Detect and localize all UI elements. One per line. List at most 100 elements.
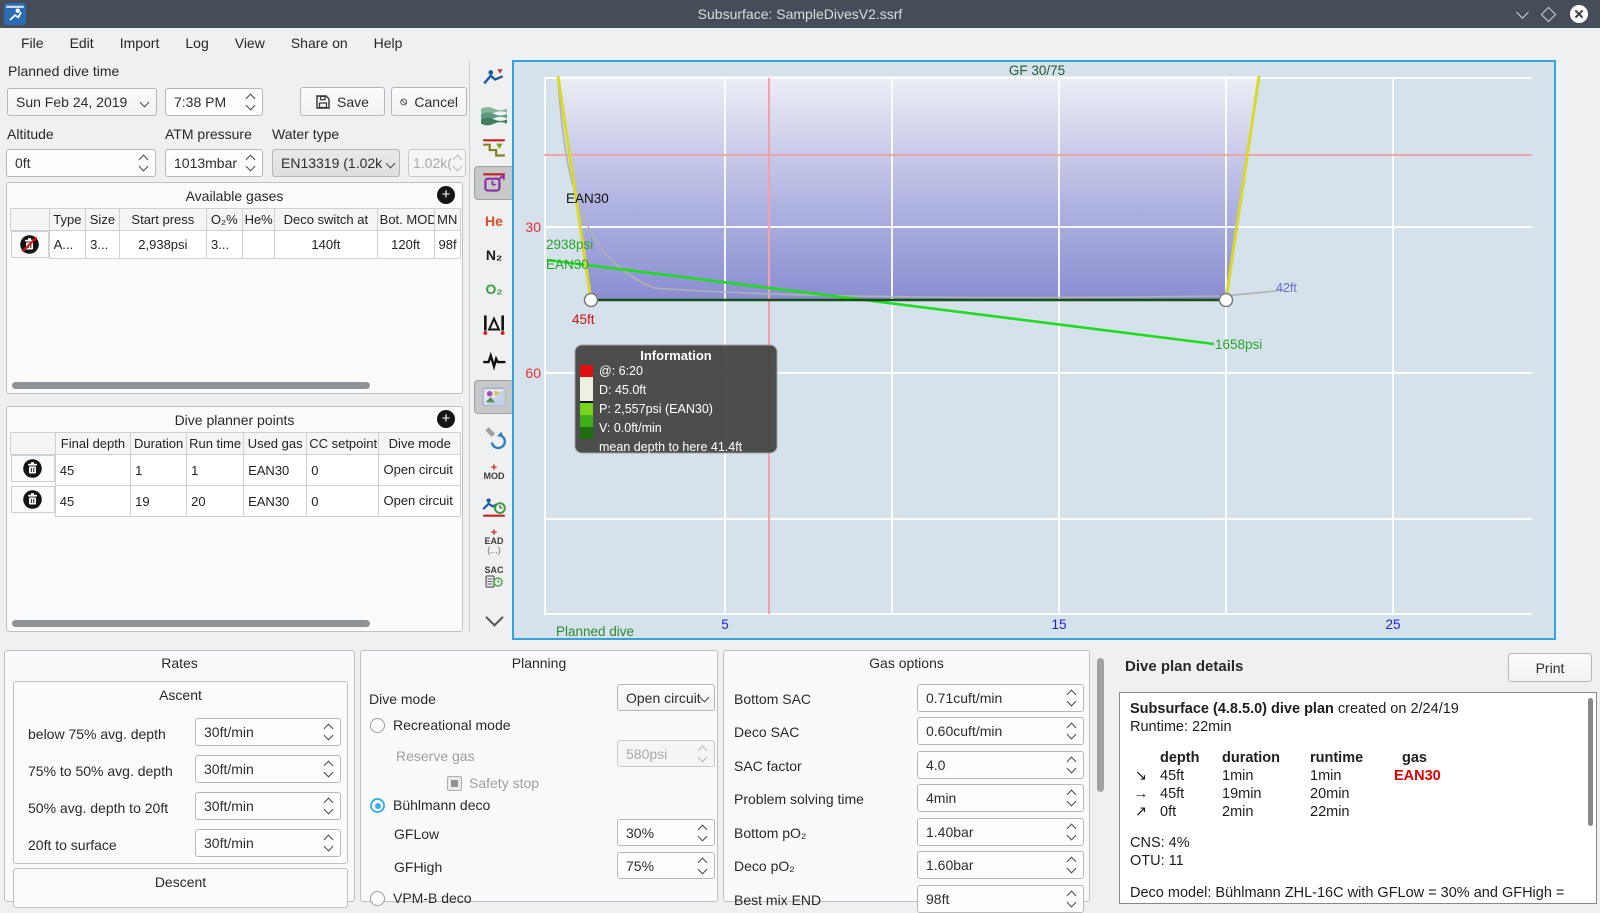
plan-cns: CNS: 4% bbox=[1130, 835, 1190, 851]
dc-reported-ceiling-icon[interactable] bbox=[474, 166, 514, 200]
heart-rate-icon[interactable] bbox=[474, 344, 514, 378]
point-run-time[interactable]: 20 bbox=[186, 485, 245, 517]
point-run-time[interactable]: 1 bbox=[186, 454, 245, 486]
sac-factor-spinner[interactable]: 4.0 bbox=[917, 751, 1084, 779]
vpmb-deco-radio[interactable] bbox=[370, 891, 385, 906]
plan-text-scrollbar[interactable] bbox=[1588, 698, 1593, 826]
gas-bot-mod[interactable]: 120ft bbox=[376, 230, 435, 259]
save-button[interactable]: Save bbox=[300, 87, 385, 116]
water-type-select[interactable]: EN13319 (1.02k bbox=[272, 149, 400, 177]
gas-size[interactable]: 3... bbox=[85, 230, 120, 259]
point-duration[interactable]: 1 bbox=[130, 454, 188, 486]
dive-mode-select[interactable]: Open circuit bbox=[617, 684, 715, 711]
points-h-scrollbar[interactable] bbox=[12, 620, 370, 627]
point-duration[interactable]: 19 bbox=[130, 485, 188, 517]
atm-pressure-spinner[interactable]: 1013mbar bbox=[165, 149, 263, 177]
gas-he[interactable] bbox=[241, 230, 276, 259]
bottom-sac-spinner[interactable]: 0.71cuft/min bbox=[917, 684, 1084, 712]
point-final-depth[interactable]: 45 bbox=[54, 485, 132, 517]
add-gas-button[interactable]: + bbox=[437, 186, 455, 204]
time-spinner[interactable]: 7:38 PM bbox=[165, 88, 263, 116]
sac-rate-icon[interactable]: SAC bbox=[474, 560, 514, 594]
dive-plan-text-box[interactable]: Subsurface (4.8.5.0) dive plan created o… bbox=[1119, 692, 1597, 904]
recreational-mode-radio[interactable] bbox=[370, 718, 385, 733]
col-dive-mode: Dive mode bbox=[378, 432, 461, 455]
point-cc-setpoint[interactable]: 0 bbox=[306, 454, 380, 486]
nitrogen-graph-icon[interactable]: N₂ bbox=[474, 238, 514, 272]
rates-panel: Rates Ascent below 75% avg. depth 30ft/m… bbox=[4, 650, 355, 908]
helium-graph-icon[interactable]: He bbox=[474, 204, 514, 238]
ascent-rate-spinner[interactable]: 30ft/min bbox=[195, 718, 341, 746]
point-used-gas[interactable]: EAN30 bbox=[243, 454, 308, 486]
salinity-spinner: 1.02k( bbox=[408, 149, 466, 177]
best-mix-end-spinner[interactable]: 98ft bbox=[917, 885, 1084, 913]
point-dive-mode[interactable]: Open circuit bbox=[378, 485, 461, 517]
spin-down-icon[interactable] bbox=[245, 161, 256, 172]
time-tick-15: 15 bbox=[1051, 617, 1066, 632]
salinity-icon[interactable] bbox=[474, 97, 514, 131]
buhlmann-deco-radio[interactable] bbox=[370, 798, 385, 813]
gfhigh-spinner[interactable]: 75% bbox=[617, 852, 715, 879]
shade-window-icon[interactable] bbox=[1516, 5, 1529, 19]
ascent-rate-label: 20ft to surface bbox=[28, 837, 117, 853]
dive-profile-chart[interactable]: GF 30/75 30 60 5 15 25 EAN30 2938psi EAN… bbox=[512, 60, 1556, 640]
maximize-icon[interactable] bbox=[1540, 6, 1557, 22]
ascent-rate-spinner[interactable]: 30ft/min bbox=[195, 755, 341, 783]
point-cc-setpoint[interactable]: 0 bbox=[306, 485, 380, 517]
bottom-v-scrollbar[interactable] bbox=[1097, 658, 1104, 792]
ead-icon[interactable]: + EAD (...) bbox=[474, 525, 514, 559]
delete-point-icon[interactable] bbox=[22, 489, 43, 510]
toolbar-scroll-down-icon[interactable] bbox=[474, 605, 514, 629]
date-picker[interactable]: Sun Feb 24, 2019 bbox=[7, 88, 157, 116]
cancel-button[interactable]: Cancel bbox=[391, 87, 467, 116]
col-duration: Duration bbox=[130, 432, 188, 455]
menu-edit[interactable]: Edit bbox=[57, 31, 107, 55]
add-point-button[interactable]: + bbox=[437, 410, 455, 428]
spin-down-icon[interactable] bbox=[245, 100, 256, 111]
dive-mode-toggle-icon[interactable] bbox=[474, 62, 514, 96]
altitude-spinner[interactable]: 0ft bbox=[6, 149, 156, 177]
close-icon[interactable] bbox=[1570, 5, 1588, 23]
deco-sac-spinner[interactable]: 0.60cuft/min bbox=[917, 717, 1084, 745]
menu-import[interactable]: Import bbox=[107, 31, 173, 55]
gas-mnd[interactable]: 98f bbox=[433, 230, 462, 259]
gas-deco-switch[interactable]: 140ft bbox=[274, 230, 378, 259]
planning-panel: Planning Dive mode Open circuit Recreati… bbox=[360, 650, 718, 906]
dive-point-handle[interactable] bbox=[583, 292, 599, 308]
delete-gas-icon[interactable] bbox=[19, 234, 40, 255]
point-used-gas[interactable]: EAN30 bbox=[243, 485, 308, 517]
bottom-po2-spinner[interactable]: 1.40bar bbox=[917, 818, 1084, 846]
menu-file[interactable]: File bbox=[8, 31, 57, 55]
menu-help[interactable]: Help bbox=[361, 31, 416, 55]
point-dive-mode[interactable]: Open circuit bbox=[378, 454, 461, 486]
ascent-rate-spinner[interactable]: 30ft/min bbox=[195, 829, 341, 857]
ceiling-icon[interactable] bbox=[474, 132, 514, 166]
print-button[interactable]: Print bbox=[1508, 653, 1592, 682]
information-tooltip[interactable]: Information @: 6:20 D: 45.0ft P: 2,557ps… bbox=[574, 344, 778, 454]
gas-o2[interactable]: 3... bbox=[206, 230, 243, 259]
gas-type[interactable]: A... bbox=[48, 230, 87, 259]
dive-point-handle[interactable] bbox=[1218, 292, 1234, 308]
menu-log[interactable]: Log bbox=[172, 31, 221, 55]
gas-start-press[interactable]: 2,938psi bbox=[118, 230, 208, 259]
ascent-rate-spinner[interactable]: 30ft/min bbox=[195, 792, 341, 820]
problem-solving-time-spinner[interactable]: 4min bbox=[917, 784, 1084, 812]
point-final-depth[interactable]: 45 bbox=[54, 454, 132, 486]
gases-h-scrollbar[interactable] bbox=[12, 382, 370, 389]
menu-view[interactable]: View bbox=[222, 31, 278, 55]
gflow-spinner[interactable]: 30% bbox=[617, 819, 715, 846]
delete-point-icon[interactable] bbox=[22, 458, 43, 479]
photos-icon[interactable] bbox=[474, 380, 514, 414]
menu-share-on[interactable]: Share on bbox=[278, 31, 361, 55]
spin-down-icon[interactable] bbox=[138, 161, 149, 172]
gflow-label: GFLow bbox=[394, 826, 440, 842]
splitter[interactable] bbox=[469, 60, 470, 632]
deco-po2-spinner[interactable]: 1.60bar bbox=[917, 851, 1084, 879]
mod-range-icon[interactable] bbox=[474, 306, 514, 340]
oxygen-graph-icon[interactable]: O₂ bbox=[474, 272, 514, 306]
ndl-tts-icon[interactable] bbox=[474, 490, 514, 524]
start-pressure-label: 2938psi bbox=[546, 237, 593, 252]
profile-canvas[interactable]: GF 30/75 30 60 5 15 25 EAN30 2938psi EAN… bbox=[514, 62, 1554, 638]
mod-icon[interactable]: + MOD bbox=[474, 455, 514, 489]
tissues-icon[interactable] bbox=[474, 420, 514, 454]
